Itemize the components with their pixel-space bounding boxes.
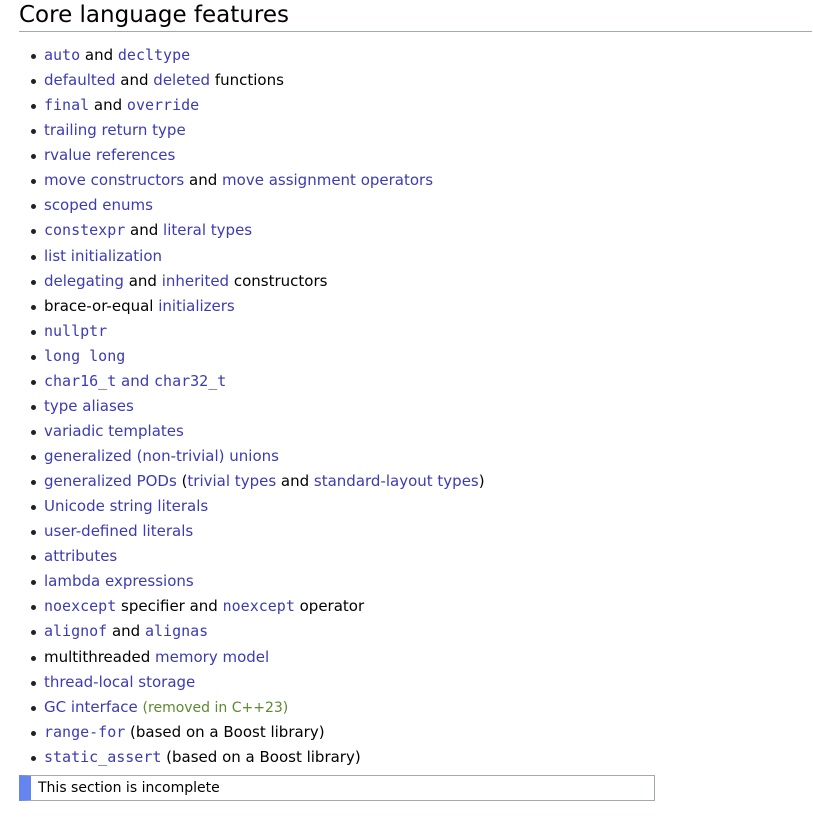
list-item: range-for (based on a Boost library): [27, 720, 813, 745]
feature-text: and: [115, 71, 154, 90]
feature-link[interactable]: generalized (non-trivial) unions: [44, 447, 279, 465]
feature-link[interactable]: nullptr: [44, 322, 107, 340]
feature-link[interactable]: lambda expressions: [44, 572, 194, 590]
list-item: long long: [27, 344, 813, 369]
feature-link[interactable]: noexcept: [44, 597, 116, 615]
feature-link[interactable]: initializers: [158, 297, 235, 315]
feature-text: (based on a Boost library): [161, 747, 361, 766]
list-item: list initialization: [27, 244, 813, 269]
list-item: GC interface (removed in C++23): [27, 695, 813, 720]
feature-link[interactable]: and: [116, 372, 154, 390]
feature-text: multithreaded: [44, 647, 156, 666]
feature-link[interactable]: long long: [44, 347, 125, 365]
list-item: generalized (non-trivial) unions: [27, 444, 813, 469]
list-item: alignof and alignas: [27, 619, 813, 644]
list-item: static_assert (based on a Boost library): [27, 745, 813, 770]
feature-text: and: [125, 221, 164, 240]
list-item: defaulted and deleted functions: [27, 68, 813, 93]
feature-link[interactable]: thread-local storage: [44, 673, 195, 691]
feature-text: and: [107, 622, 145, 641]
list-item: auto and decltype: [27, 43, 813, 68]
feature-link[interactable]: defaulted: [44, 71, 116, 89]
feature-text: and: [89, 96, 127, 115]
incomplete-notice-text: This section is incomplete: [38, 779, 220, 796]
feature-link[interactable]: GC interface: [44, 698, 138, 716]
feature-link[interactable]: range-for: [44, 723, 125, 741]
list-item: move constructors and move assignment op…: [27, 168, 813, 193]
feature-text: and: [184, 171, 223, 190]
list-item: type aliases: [27, 394, 813, 419]
list-item: nullptr: [27, 319, 813, 344]
feature-link[interactable]: final: [44, 96, 89, 114]
list-item: rvalue references: [27, 143, 813, 168]
feature-link[interactable]: generalized PODs: [44, 472, 177, 490]
feature-link[interactable]: override: [127, 96, 199, 114]
feature-link[interactable]: static_assert: [44, 748, 161, 766]
feature-link[interactable]: deleted: [153, 71, 210, 89]
list-item: Unicode string literals: [27, 494, 813, 519]
list-item: user-defined literals: [27, 519, 813, 544]
list-item: variadic templates: [27, 419, 813, 444]
feature-text: ): [478, 472, 485, 491]
section-heading: Core language features: [19, 0, 812, 32]
feature-text: (: [176, 472, 188, 491]
feature-text: (based on a Boost library): [125, 722, 325, 741]
feature-text: brace-or-equal: [44, 296, 159, 315]
feature-link[interactable]: constexpr: [44, 221, 125, 239]
list-item: constexpr and literal types: [27, 218, 813, 243]
feature-link[interactable]: trailing return type: [44, 121, 186, 139]
feature-link[interactable]: variadic templates: [44, 422, 184, 440]
feature-text: operator: [294, 597, 365, 616]
feature-link[interactable]: attributes: [44, 547, 117, 565]
feature-link[interactable]: rvalue references: [44, 146, 175, 164]
list-item: char16_t and char32_t: [27, 369, 813, 394]
feature-link[interactable]: char32_t: [154, 372, 226, 390]
feature-link[interactable]: type aliases: [44, 397, 134, 415]
list-item: brace-or-equal initializers: [27, 294, 813, 319]
list-item: final and override: [27, 93, 813, 118]
feature-text: functions: [210, 71, 284, 90]
incomplete-notice: This section is incomplete: [19, 774, 655, 801]
feature-text: and: [80, 46, 118, 64]
feature-link[interactable]: auto: [44, 46, 80, 64]
feature-link[interactable]: user-defined literals: [44, 522, 193, 540]
feature-link[interactable]: scoped enums: [44, 196, 153, 214]
feature-text: specifier and: [116, 597, 223, 616]
feature-note: (removed in C++23): [142, 699, 289, 716]
feature-link[interactable]: noexcept: [223, 597, 295, 615]
feature-link[interactable]: char16_t: [44, 372, 116, 390]
list-item: lambda expressions: [27, 569, 813, 594]
feature-link[interactable]: alignas: [145, 622, 208, 640]
feature-link[interactable]: alignof: [44, 622, 107, 640]
feature-text: constructors: [229, 271, 328, 290]
feature-link[interactable]: literal types: [163, 221, 252, 239]
feature-list: auto and decltype defaulted and deleted f…: [19, 43, 813, 770]
feature-link[interactable]: move assignment operators: [222, 171, 433, 189]
feature-link[interactable]: inherited: [162, 272, 229, 290]
feature-text: and: [276, 472, 314, 491]
list-item: delegating and inherited constructors: [27, 269, 813, 294]
list-item: scoped enums: [27, 193, 813, 218]
page: Core language features auto and decltype…: [0, 0, 813, 801]
feature-link[interactable]: trivial types: [187, 472, 276, 490]
feature-link[interactable]: move constructors: [44, 171, 184, 189]
feature-link[interactable]: decltype: [118, 46, 190, 64]
list-item: thread-local storage: [27, 670, 813, 695]
feature-text: and: [123, 271, 162, 290]
list-item: multithreaded memory model: [27, 645, 813, 670]
feature-link[interactable]: delegating: [44, 272, 124, 290]
list-item: noexcept specifier and noexcept operator: [27, 594, 813, 619]
feature-link[interactable]: Unicode string literals: [44, 497, 208, 515]
list-item: trailing return type: [27, 118, 813, 143]
feature-link[interactable]: list initialization: [44, 247, 162, 265]
list-item: generalized PODs (trivial types and stan…: [27, 469, 813, 494]
list-item: attributes: [27, 544, 813, 569]
feature-link[interactable]: memory model: [155, 648, 269, 666]
feature-link[interactable]: standard-layout types: [314, 472, 479, 490]
